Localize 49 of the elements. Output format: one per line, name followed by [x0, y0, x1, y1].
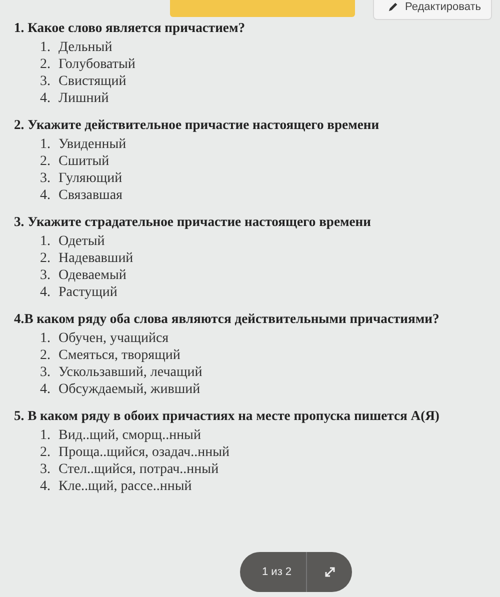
- option-number: 1.: [40, 427, 50, 444]
- page-counter: 1 из 2: [261, 566, 293, 578]
- option-text: Лишний: [58, 90, 109, 107]
- option-number: 4.: [40, 478, 50, 495]
- option-text: Стел..щийся, потрач..нный: [58, 461, 219, 478]
- option-text: Смеяться, творящий: [58, 347, 180, 364]
- option-number: 2.: [40, 444, 50, 461]
- option-text: Проща..щийся, озадач..нный: [58, 444, 230, 461]
- option-number: 4.: [40, 381, 50, 398]
- option-number: 3.: [40, 170, 50, 187]
- option-number: 2.: [40, 250, 50, 267]
- option-number: 3.: [40, 461, 50, 478]
- option-text: Растущий: [58, 284, 118, 301]
- option-number: 1.: [40, 330, 50, 347]
- option-text: Голубоватый: [58, 56, 136, 73]
- option-text: Связавшая: [58, 187, 122, 204]
- option-text: Надевавший: [58, 250, 134, 267]
- option-number: 3.: [40, 267, 50, 284]
- expand-icon: [324, 566, 336, 578]
- option-number: 4.: [40, 284, 50, 301]
- question-title: 5. В каком ряду в обоих причастиях на месте пропуска пишется А(Я): [14, 408, 440, 424]
- option-text: Кле..щий, рассе..нный: [58, 478, 192, 495]
- option-number: 2.: [40, 153, 50, 170]
- option-number: 2.: [40, 347, 50, 364]
- option-text: Сшитый: [58, 153, 110, 170]
- question-title: 3. Укажите страдательное причастие настоящего времени: [14, 214, 372, 230]
- option-text: Одеваемый: [58, 267, 126, 284]
- option-number: 4.: [40, 187, 50, 204]
- option-text: Гуляющий: [58, 170, 122, 187]
- pencil-icon: [388, 1, 399, 12]
- option-number: 1.: [40, 136, 50, 153]
- option-number: 3.: [40, 364, 50, 381]
- option-number: 4.: [40, 90, 50, 107]
- option-text: Обучен, учащийся: [58, 330, 169, 347]
- option-number: 3.: [40, 73, 50, 90]
- question-title: 2. Укажите действительное причастие настоящего времени: [14, 117, 380, 133]
- option-text: Дельный: [58, 39, 112, 56]
- option-number: 2.: [40, 56, 50, 73]
- question-title: 1. Какое слово является причастием?: [14, 20, 246, 36]
- option-text: Одетый: [58, 233, 105, 250]
- question-title: 4.В каком ряду оба слова являются действительными причастиями?: [14, 311, 440, 327]
- option-number: 1.: [40, 233, 50, 250]
- option-text: Обсуждаемый, живший: [58, 381, 200, 398]
- option-text: Свистящий: [58, 73, 126, 90]
- option-text: Ускользавший, лечащий: [58, 364, 202, 381]
- edit-button[interactable]: Редактировать: [373, 0, 492, 20]
- option-text: Вид..щий, сморщ..нный: [58, 427, 201, 444]
- option-number: 1.: [40, 39, 50, 56]
- option-text: Увиденный: [58, 136, 126, 153]
